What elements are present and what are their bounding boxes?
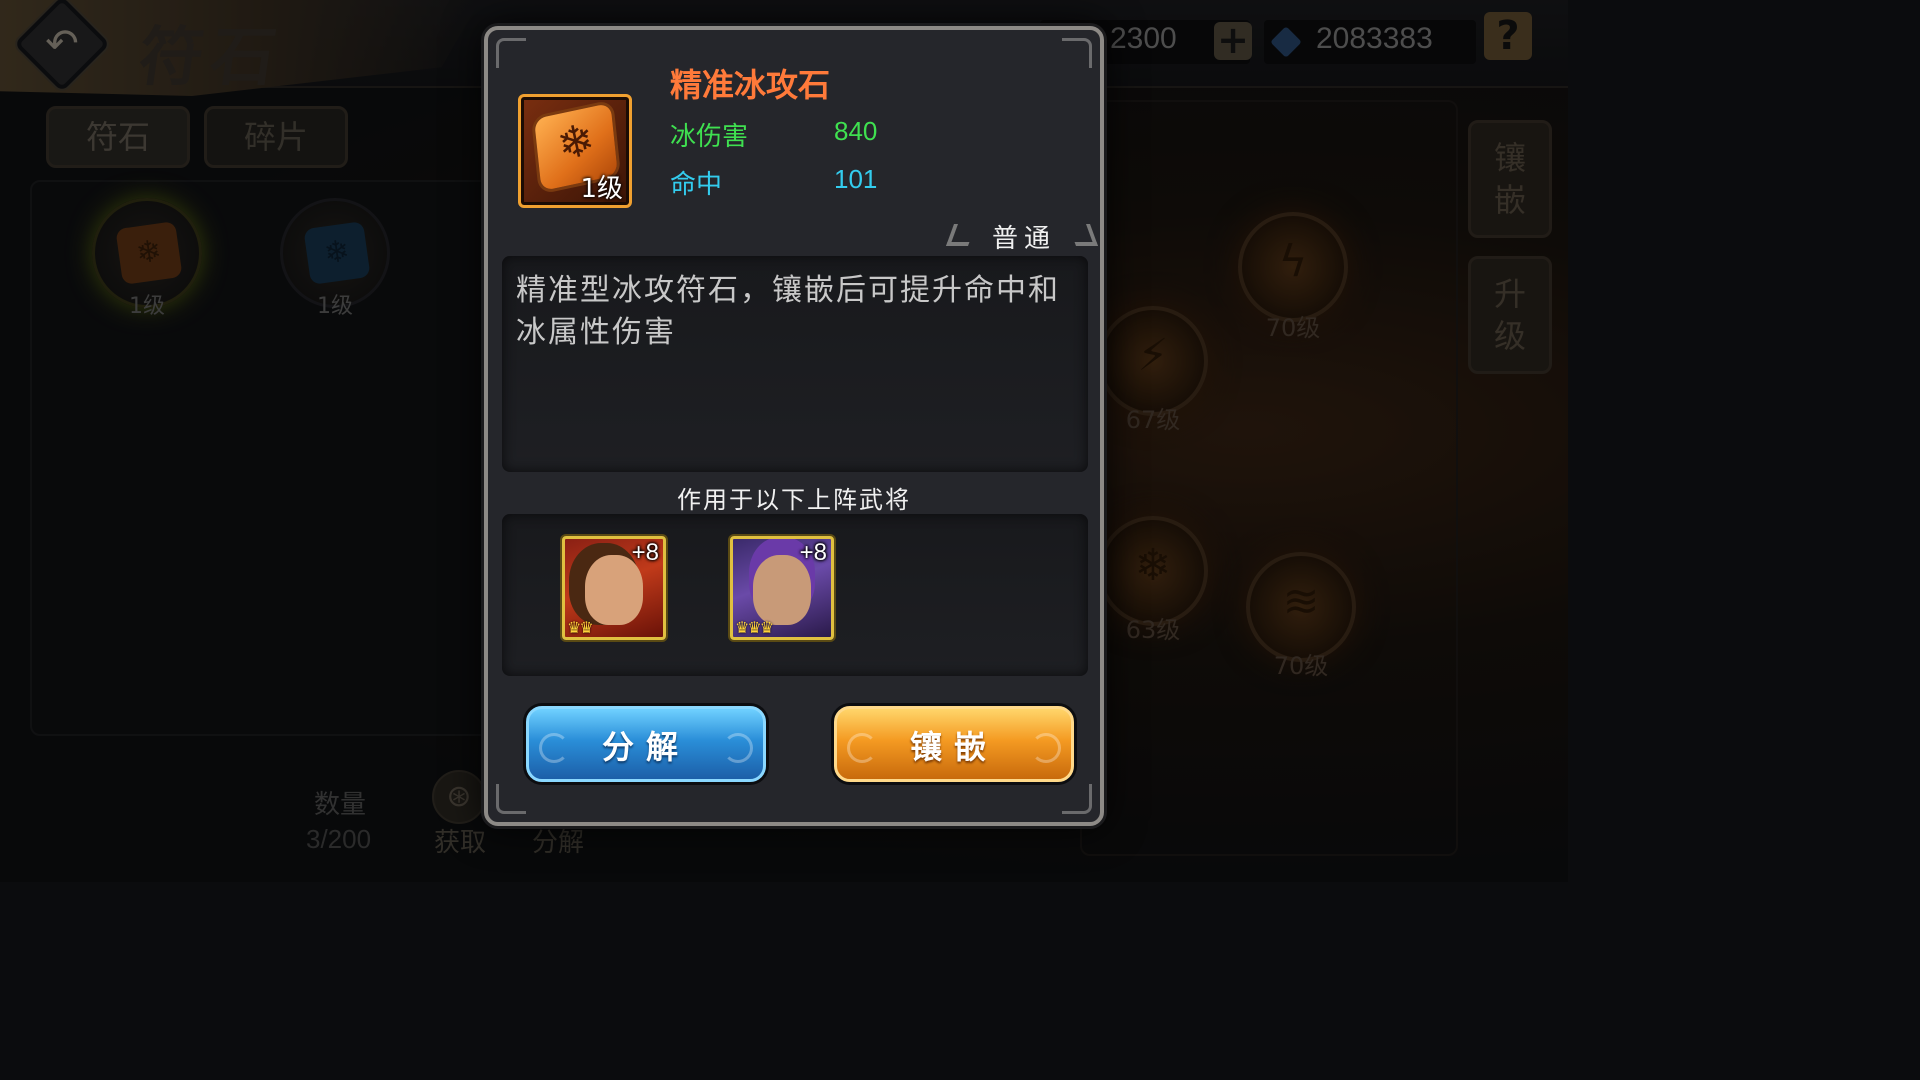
stat-label-hit: 命中 — [670, 170, 723, 200]
hero-portrait[interactable]: +8 ♛♛ — [562, 536, 666, 640]
hero-enhance-level: +8 — [631, 539, 659, 566]
hero-portrait[interactable]: +8 ♛♛♛ — [730, 536, 834, 640]
rune-item-icon: ❄ 1级 — [518, 94, 632, 208]
item-level: 1级 — [580, 174, 623, 204]
decompose-label: 分解 — [601, 728, 690, 766]
swirl-ornament — [1031, 733, 1061, 763]
crown-icons: ♛♛ — [567, 618, 594, 637]
inlay-button[interactable]: 镶嵌 — [834, 706, 1074, 782]
stat-value-hit: 101 — [834, 164, 878, 194]
swirl-ornament — [723, 733, 753, 763]
swirl-ornament — [539, 733, 569, 763]
rarity-ornament-right — [1067, 224, 1099, 246]
corner-ornament — [1062, 38, 1092, 68]
description-text: 精准型冰攻符石，镶嵌后可提升命中和冰属性伤害 — [516, 273, 1060, 350]
rune-detail-popup: ❄ 1级 精准冰攻石 冰伤害 840 命中 101 普通 精准型冰攻符石，镶嵌后… — [484, 26, 1104, 826]
corner-ornament — [496, 784, 526, 814]
stat-value-ice-damage: 840 — [834, 116, 878, 146]
hero-enhance-level: +8 — [799, 539, 827, 566]
rarity-ornament-left — [945, 224, 977, 246]
heroes-section-title: 作用于以下上阵武将 — [677, 486, 911, 514]
item-name: 精准冰攻石 — [670, 66, 831, 104]
swirl-ornament — [847, 733, 877, 763]
crown-icons: ♛♛♛ — [735, 618, 774, 637]
inlay-label: 镶嵌 — [909, 728, 998, 766]
heroes-list: +8 ♛♛ +8 ♛♛♛ — [502, 514, 1088, 676]
rarity-label: 普通 — [992, 224, 1057, 254]
corner-ornament — [496, 38, 526, 68]
stat-label-ice-damage: 冰伤害 — [670, 122, 749, 152]
decompose-button[interactable]: 分解 — [526, 706, 766, 782]
description-box: 精准型冰攻符石，镶嵌后可提升命中和冰属性伤害 — [502, 256, 1088, 472]
corner-ornament — [1062, 784, 1092, 814]
